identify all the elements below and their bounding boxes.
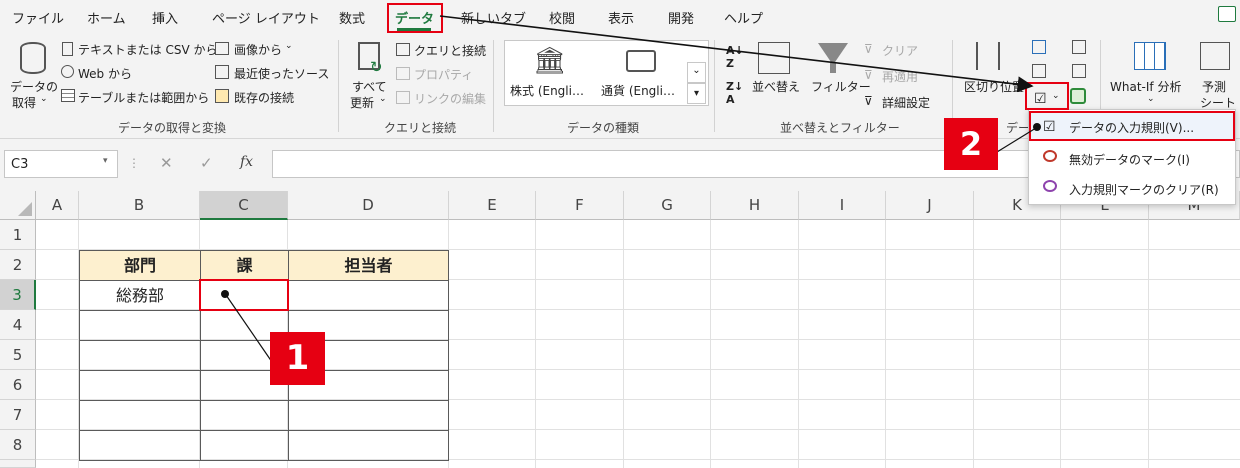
arrow-data-tab-to-validation xyxy=(439,15,1034,93)
leader-line-1 xyxy=(225,294,273,363)
step-badge-2: 2 xyxy=(944,118,998,170)
step-badge-1: 1 xyxy=(270,332,325,385)
leader-line-2 xyxy=(996,127,1037,153)
annotation-arrows xyxy=(225,15,1037,363)
